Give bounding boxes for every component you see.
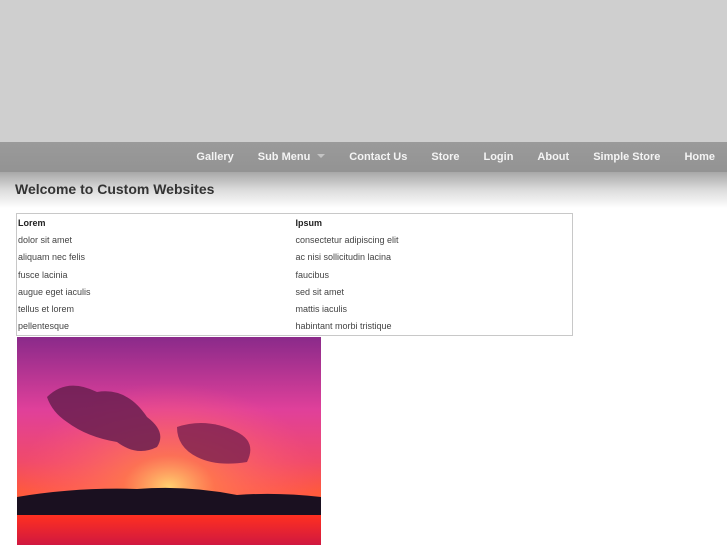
table-cell: tellus et lorem [18, 304, 75, 315]
nav-home[interactable]: Home [672, 151, 727, 163]
nav-contact-us[interactable]: Contact Us [337, 151, 419, 163]
table-row: tellus et lorem mattis iaculis [17, 300, 573, 317]
table-cell: ac nisi sollicitudin lacina [295, 252, 392, 263]
nav-about[interactable]: About [525, 151, 581, 163]
sunset-image [17, 337, 321, 545]
table-row: pellentesque habintant morbi tristique [17, 318, 573, 336]
page-title: Welcome to Custom Websites [15, 181, 215, 197]
nav-sub-menu-label: Sub Menu [257, 151, 311, 163]
table-cell: fusce lacinia [18, 269, 68, 280]
table-row: augue eget iaculis sed sit amet [17, 283, 573, 300]
table-cell: mattis iaculis [295, 304, 348, 315]
main-menu: Gallery Sub Menu Contact Us Store Login … [184, 142, 727, 172]
table-cell: sed sit amet [295, 286, 345, 297]
data-table: Lorem Ipsum dolor sit amet consectetur adi… [16, 213, 573, 337]
table-row: fusce lacinia faucibus [17, 266, 573, 283]
table-cell: pellentesque [18, 321, 70, 332]
table-cell: faucibus [295, 269, 330, 280]
nav-simple-store[interactable]: Simple Store [581, 151, 672, 163]
table-header-row: Lorem Ipsum [17, 214, 573, 232]
table-row: aliquam nec felis ac nisi sollicitudin la… [17, 249, 573, 266]
column-header: Lorem [18, 217, 46, 228]
table-cell: dolor sit amet [18, 234, 73, 245]
nav-store[interactable]: Store [419, 151, 471, 163]
table-row: dolor sit amet consectetur adipiscing eli… [17, 231, 573, 248]
column-header: Ipsum [295, 217, 323, 228]
header-banner [0, 0, 727, 142]
table-cell: habintant morbi tristique [295, 321, 392, 332]
table-cell: augue eget iaculis [18, 286, 91, 297]
table-cell: consectetur adipiscing elit [295, 234, 399, 245]
chevron-down-icon [317, 153, 326, 158]
nav-login[interactable]: Login [471, 151, 525, 163]
table-cell: aliquam nec felis [18, 252, 86, 263]
nav-sub-menu[interactable]: Sub Menu [246, 151, 338, 163]
nav-gallery[interactable]: Gallery [184, 151, 245, 163]
